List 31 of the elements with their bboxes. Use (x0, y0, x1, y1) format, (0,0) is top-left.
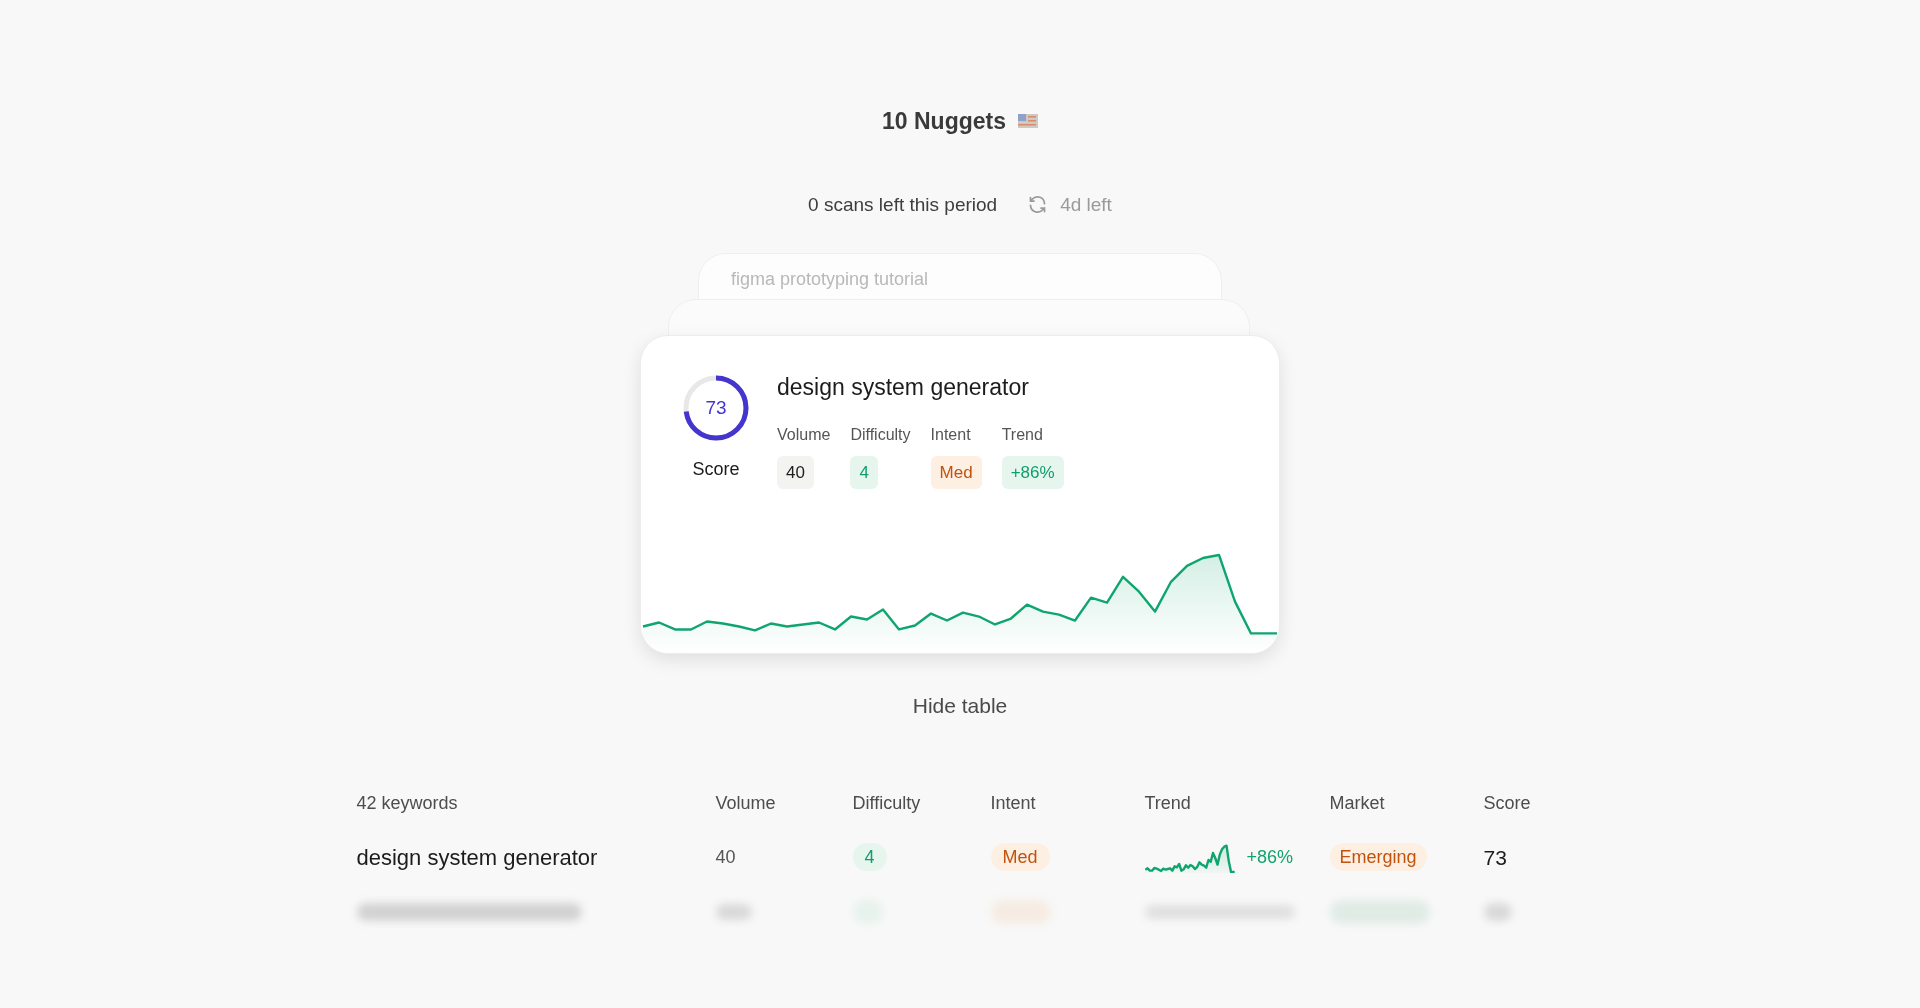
difficulty-badge: 4 (852, 843, 887, 871)
column-header: 42 keywords (356, 792, 458, 813)
keyword-title: figma prototyping tutorial (731, 269, 929, 289)
score-value: 73 (704, 395, 728, 420)
reset-countdown: 4d left (1060, 192, 1112, 217)
market-badge: Emerging (1329, 843, 1427, 871)
volume-cell: 40 (715, 847, 736, 867)
column-header: Volume (715, 792, 776, 813)
metric-value: 4 (850, 455, 878, 489)
flag-icon (1018, 114, 1038, 129)
keyword-title: design system generator (777, 373, 1030, 402)
trend-change: +86% (1246, 846, 1294, 869)
hide-table-button[interactable]: Hide table (904, 690, 1016, 722)
column-header: Intent (990, 792, 1036, 813)
scans-remaining: 0 scans left this period (808, 192, 998, 217)
page-title: 10 Nuggets (882, 107, 1006, 136)
keyword-cell: design system generator (356, 845, 598, 870)
intent-badge: Med (990, 843, 1050, 871)
column-header: Market (1329, 792, 1385, 813)
column-header: Score (1483, 792, 1531, 813)
metric-label: Intent (930, 424, 971, 445)
column-header: Difficulty (852, 792, 921, 813)
score-label: Score (692, 458, 740, 481)
score-cell: 73 (1483, 845, 1507, 869)
metric-value: 40 (777, 455, 814, 489)
metric-value: +86% (1001, 455, 1064, 489)
metric-label: Difficulty (850, 424, 911, 445)
metric-value: Med (930, 455, 982, 489)
metric-label: Trend (1001, 424, 1043, 445)
metric-label: Volume (777, 424, 831, 445)
column-header: Trend (1144, 792, 1191, 813)
